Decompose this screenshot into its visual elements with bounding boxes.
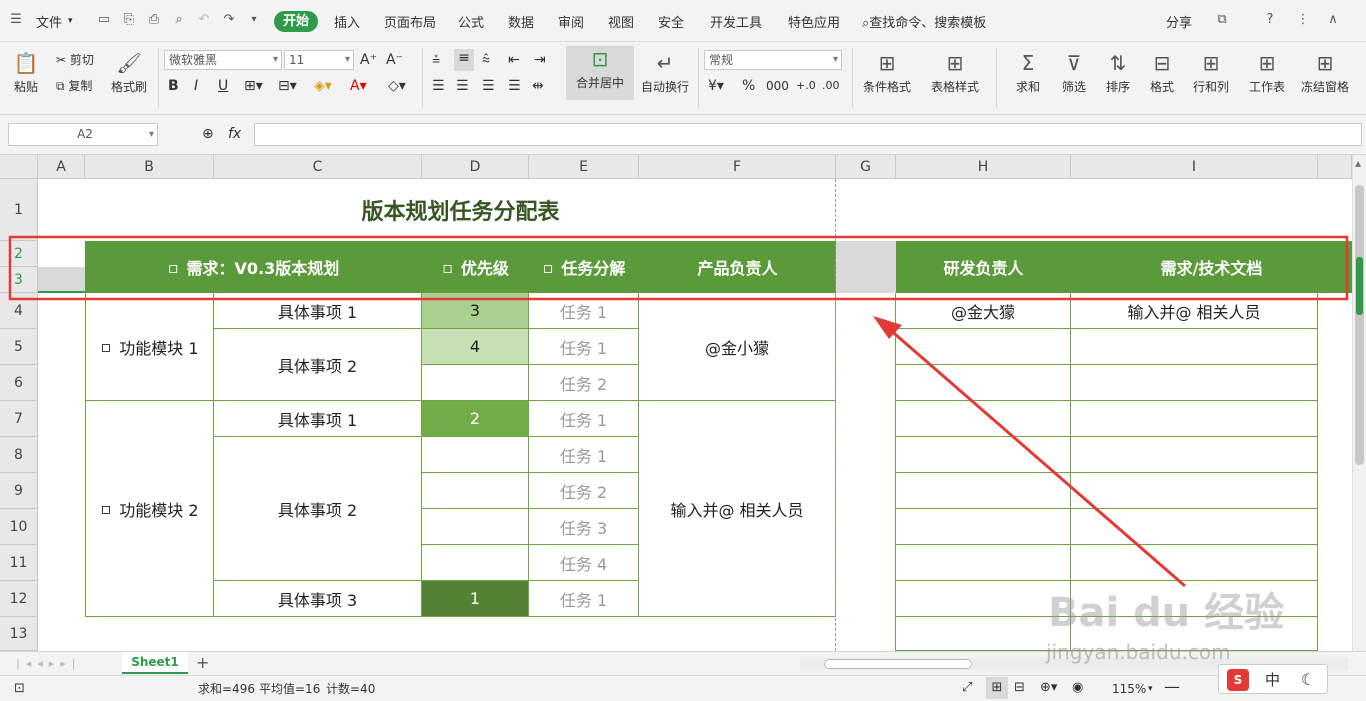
scroll-up-icon[interactable]: ▲ [1355, 159, 1361, 168]
macro-icon[interactable]: ⊡ [14, 680, 25, 698]
ime-logo-button[interactable]: S [1227, 669, 1249, 691]
scroll-position-marker [1356, 257, 1363, 315]
page-break-view-icon[interactable]: ⊟ [1014, 679, 1025, 697]
zoom-level[interactable]: 115% [1112, 680, 1146, 698]
status-count: 计数=40 [326, 682, 376, 696]
annotation-arrow-line [887, 326, 1186, 588]
ime-toolbar: S 中 ☾ [1218, 664, 1328, 694]
vertical-scroll-thumb[interactable] [1355, 185, 1364, 465]
moon-icon[interactable]: ☾ [1301, 669, 1315, 691]
horizontal-scroll-thumb[interactable] [824, 659, 972, 669]
highlight-box [8, 235, 1349, 301]
chevron-down-icon[interactable]: ▾ [1148, 680, 1153, 698]
fullscreen-icon[interactable]: ⤢ [962, 679, 972, 697]
zoom-out-icon[interactable]: — [1164, 678, 1180, 696]
status-average: 平均值=16 [259, 682, 321, 696]
ime-lang-button[interactable]: 中 [1265, 669, 1280, 691]
status-bar: ⊡ 求和=496 平均值=16 计数=40 ⤢ ⊞ ⊟ ⊕▾ ◉ 115% ▾ … [0, 675, 1366, 701]
eye-protection-icon[interactable]: ◉ [1072, 679, 1083, 697]
normal-view-icon[interactable]: ⊞ [986, 677, 1008, 699]
add-sheet-button[interactable]: + [196, 654, 209, 672]
reading-view-icon[interactable]: ⊕▾ [1040, 679, 1057, 697]
sheet-nav-icons[interactable]: |◂◂▸▸| [16, 655, 82, 673]
vertical-scrollbar[interactable]: ▲ [1352, 155, 1366, 651]
status-sum: 求和=496 [198, 682, 255, 696]
watermark-url: jingyan.baidu.com [1046, 640, 1231, 664]
watermark-brand: Bai du 经验 [1048, 590, 1285, 636]
sheet-tab-sheet1[interactable]: Sheet1 [122, 652, 188, 674]
